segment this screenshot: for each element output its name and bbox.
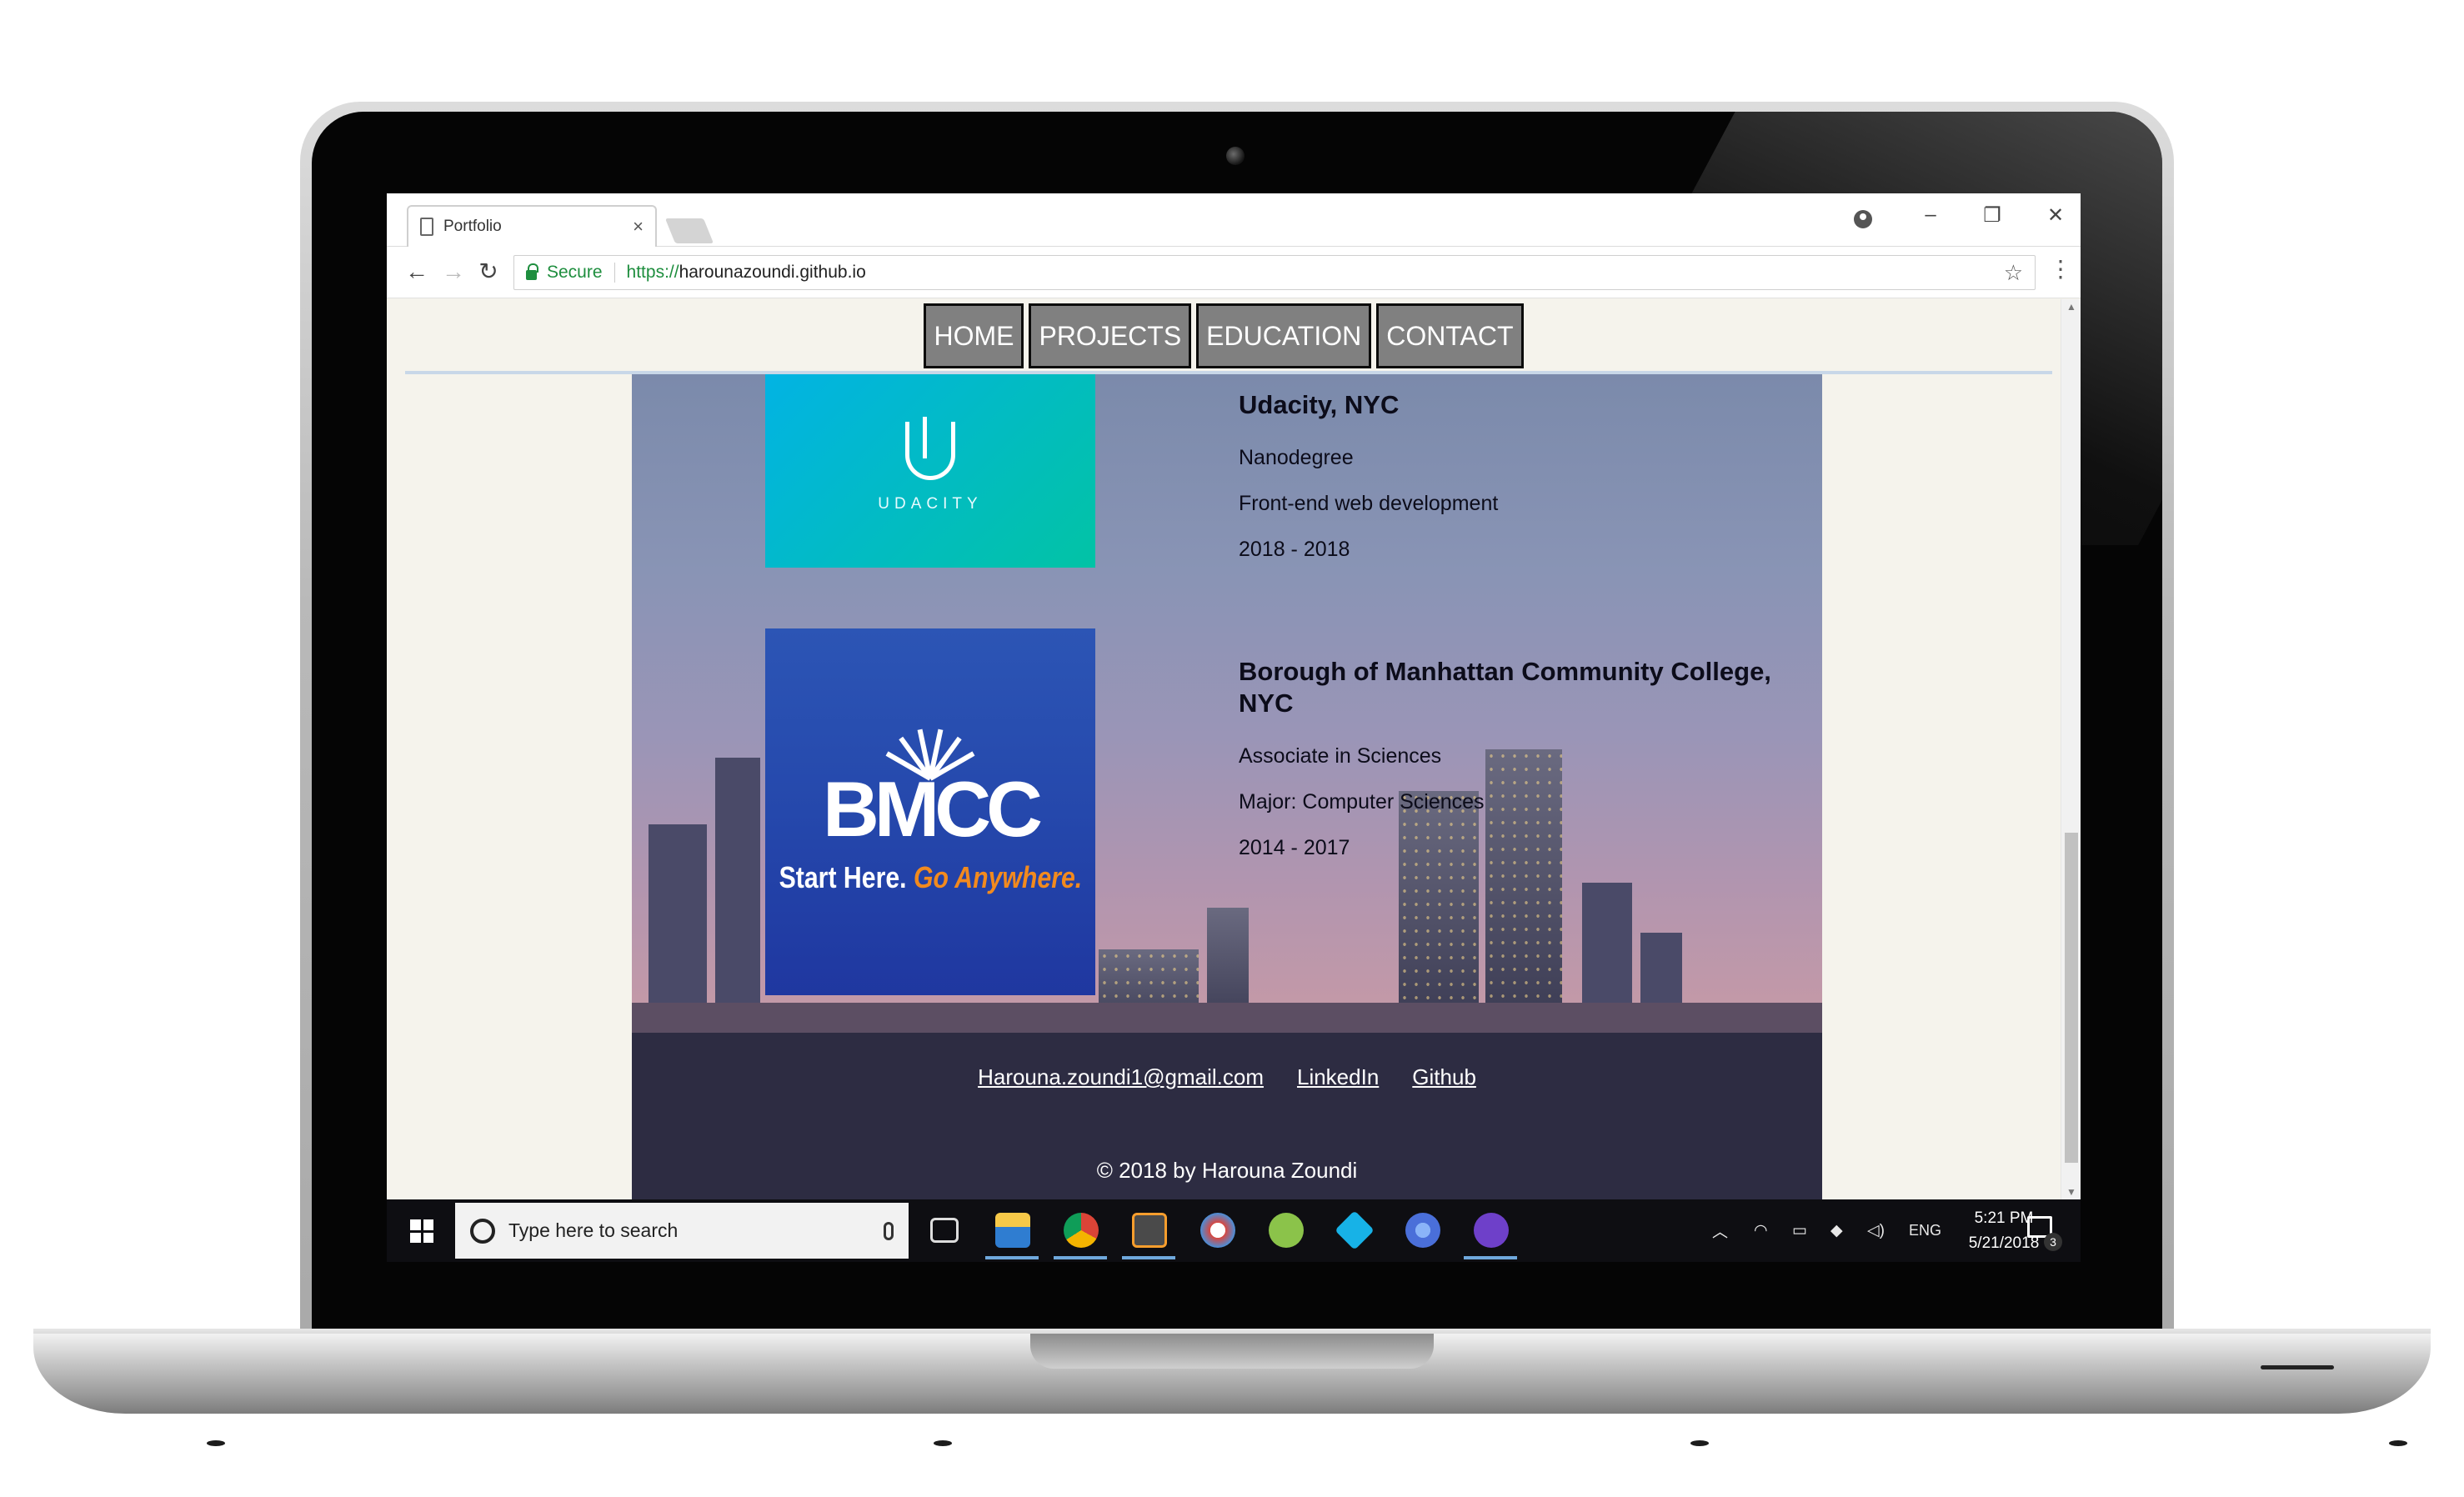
restore-button[interactable]: ❐ <box>1976 203 2009 228</box>
taskbar-search-box[interactable]: Type here to search <box>455 1203 909 1259</box>
kodi-icon[interactable] <box>1335 1210 1375 1250</box>
chrome-icon[interactable] <box>1064 1213 1099 1248</box>
site-footer: Harouna.zoundi1@gmail.com LinkedIn Githu… <box>632 1033 1822 1199</box>
school-name: Udacity, NYC <box>1239 390 1400 419</box>
degree: Nanodegree <box>1239 446 1354 469</box>
skyline-building <box>715 758 760 1033</box>
profile-icon[interactable] <box>1854 210 1872 228</box>
url-host: harounazoundi.github.io <box>679 263 866 282</box>
battery-icon[interactable]: ▭ <box>1792 1199 1807 1262</box>
lock-icon <box>526 263 538 280</box>
education-section: UDACITY Udacity, NYC Nanodegree Front-en… <box>632 374 1822 1033</box>
email-link[interactable]: Harouna.zoundi1@gmail.com <box>978 1064 1264 1090</box>
laptop-opening-notch <box>1030 1334 1434 1369</box>
bookmark-star-icon[interactable]: ☆ <box>2004 260 2023 286</box>
close-button[interactable]: ✕ <box>2039 203 2072 228</box>
input-language[interactable]: ENG <box>1909 1199 1941 1262</box>
laptop-foot <box>2389 1440 2407 1446</box>
nav-contact[interactable]: CONTACT <box>1376 303 1524 368</box>
dropbox-icon[interactable]: ◆ <box>1830 1199 1843 1262</box>
footer-links: Harouna.zoundi1@gmail.com LinkedIn Githu… <box>632 1064 1822 1090</box>
bmcc-tagline: Start Here. Go Anywhere. <box>779 860 1082 895</box>
file-explorer-icon[interactable] <box>995 1213 1030 1248</box>
copyright: © 2018 by Harouna Zoundi <box>1096 1158 1358 1183</box>
page-icon <box>420 218 433 236</box>
bmcc-wordmark: BMCC <box>823 765 1043 853</box>
forward-button[interactable]: → <box>438 257 468 287</box>
years: 2018 - 2018 <box>1239 538 1350 561</box>
github-desktop-icon[interactable] <box>1474 1213 1509 1248</box>
site-nav: HOME PROJECTS EDUCATION CONTACT <box>387 299 2061 368</box>
secure-label: Secure <box>547 263 615 283</box>
paint-icon[interactable] <box>1200 1213 1235 1248</box>
school-name: Borough of Manhattan Community College, … <box>1239 657 1771 718</box>
tab-close-icon[interactable]: × <box>633 216 644 238</box>
skyline-building <box>649 824 707 1033</box>
show-hidden-icons[interactable]: ︿ <box>1712 1199 1728 1262</box>
back-button[interactable]: ← <box>402 257 432 287</box>
field-of-study: Front-end web development <box>1239 492 1499 515</box>
chromium-icon[interactable] <box>1405 1213 1440 1248</box>
screen: Portfolio × – ❐ ✕ ← → ↻ Secure https://h… <box>387 193 2081 1262</box>
windows-start-icon[interactable] <box>410 1219 433 1243</box>
browser-tabstrip: Portfolio × – ❐ ✕ <box>387 193 2081 247</box>
page-viewport: HOME PROJECTS EDUCATION CONTACT UDACITY … <box>387 299 2081 1199</box>
laptop-foot <box>934 1440 952 1446</box>
task-view-icon[interactable] <box>930 1218 959 1243</box>
webcam <box>1226 147 1245 165</box>
laptop-slot <box>2261 1365 2334 1369</box>
degree: Associate in Sciences <box>1239 744 1442 768</box>
nav-home[interactable]: HOME <box>924 303 1024 368</box>
udacity-wordmark: UDACITY <box>878 495 983 513</box>
linkedin-link[interactable]: LinkedIn <box>1297 1064 1379 1090</box>
url-scheme: https:// <box>626 263 679 282</box>
windows-taskbar: Type here to search ︿ ◠ ▭ ◆ ◁) ENG 5:21 … <box>387 1199 2081 1262</box>
android-studio-icon[interactable] <box>1269 1213 1304 1248</box>
microphone-icon[interactable] <box>884 1221 894 1240</box>
tagline-start: Start Here. <box>779 860 907 894</box>
reload-button[interactable]: ↻ <box>473 257 503 287</box>
bmcc-logo: BMCC Start Here. Go Anywhere. <box>765 628 1095 995</box>
nav-projects[interactable]: PROJECTS <box>1029 303 1192 368</box>
cortana-icon <box>470 1218 495 1244</box>
field-of-study: Major: Computer Sciences <box>1239 790 1485 814</box>
udacity-logo: UDACITY <box>765 374 1095 568</box>
new-tab-button[interactable] <box>664 218 714 243</box>
skyline-ground <box>632 1003 1822 1033</box>
volume-icon[interactable]: ◁) <box>1867 1199 1885 1262</box>
minimize-button[interactable]: – <box>1914 203 1947 227</box>
notification-badge: 3 <box>2044 1233 2062 1251</box>
education-entry: Udacity, NYC Nanodegree Front-end web de… <box>1239 389 1772 562</box>
years: 2014 - 2017 <box>1239 836 1350 859</box>
sublime-text-icon[interactable] <box>1132 1213 1167 1248</box>
page-scrollbar[interactable]: ▲ ▼ <box>2061 299 2081 1199</box>
education-entry: Borough of Manhattan Community College, … <box>1239 656 1772 860</box>
statue-of-liberty-crown-icon <box>868 728 993 781</box>
address-bar[interactable]: Secure https://harounazoundi.github.io ☆ <box>513 255 2036 290</box>
network-icon[interactable]: ◠ <box>1754 1199 1768 1262</box>
scroll-down-icon[interactable]: ▼ <box>2066 1186 2076 1198</box>
laptop-foot <box>1690 1440 1709 1446</box>
browser-toolbar: ← → ↻ Secure https://harounazoundi.githu… <box>387 247 2081 298</box>
udacity-u-icon <box>905 417 955 480</box>
search-placeholder: Type here to search <box>508 1219 679 1241</box>
tagline-go: Go Anywhere. <box>913 860 1082 894</box>
tab-title: Portfolio <box>443 218 502 235</box>
github-link[interactable]: Github <box>1412 1064 1476 1090</box>
url-text[interactable]: https://harounazoundi.github.io <box>627 263 2004 283</box>
browser-menu-icon[interactable]: ⋮ <box>2049 255 2072 283</box>
nav-education[interactable]: EDUCATION <box>1196 303 1372 368</box>
laptop-foot <box>207 1440 225 1446</box>
browser-tab[interactable]: Portfolio × <box>407 205 657 247</box>
scroll-thumb[interactable] <box>2065 833 2078 1163</box>
scroll-up-icon[interactable]: ▲ <box>2066 301 2076 313</box>
